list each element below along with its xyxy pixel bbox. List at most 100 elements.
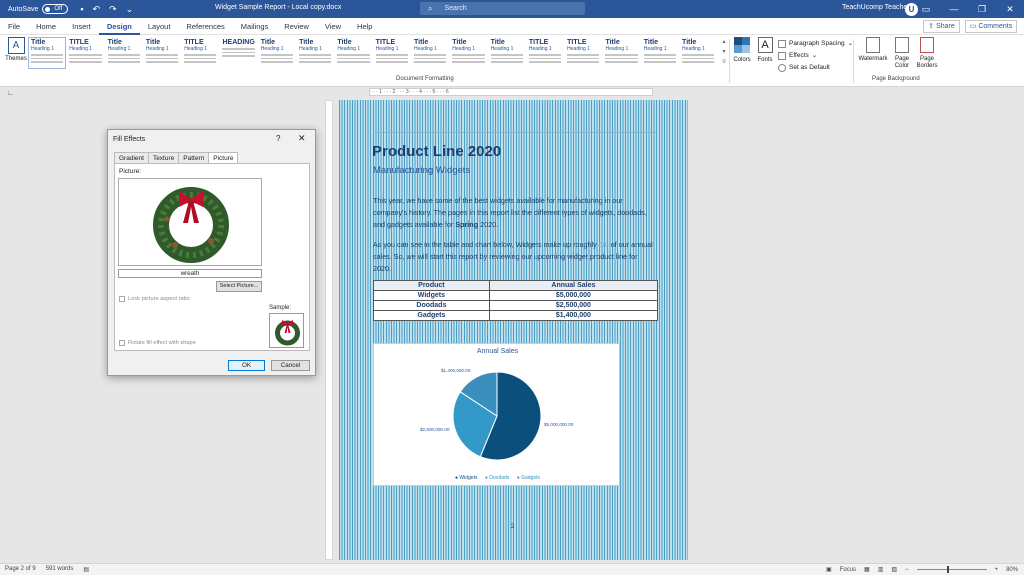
- focus-icon[interactable]: ▣: [826, 566, 832, 573]
- page-borders-button[interactable]: Page Borders: [916, 37, 938, 70]
- style-thumb-line: [413, 57, 447, 59]
- tab-home[interactable]: Home: [28, 18, 64, 35]
- rotate-fill-checkbox[interactable]: [119, 340, 125, 346]
- paragraph-spacing-button[interactable]: Paragraph Spacing ⌄: [778, 38, 853, 50]
- zoom-level[interactable]: 80%: [1006, 567, 1018, 573]
- minimize-icon[interactable]: —: [940, 0, 968, 18]
- share-button[interactable]: ⇪ Share: [923, 20, 960, 33]
- close-icon[interactable]: ✕: [298, 133, 306, 144]
- paragraph-1[interactable]: This year, we have some of the best widg…: [373, 195, 656, 231]
- colors-button[interactable]: Colors: [732, 37, 752, 63]
- autosave-control[interactable]: AutoSave Off: [8, 4, 69, 14]
- style-set-thumb[interactable]: Title Heading 1: [334, 37, 372, 69]
- tab-layout[interactable]: Layout: [140, 18, 179, 35]
- read-mode-icon[interactable]: ▦: [864, 566, 870, 573]
- style-set-thumb[interactable]: Title Heading 1: [143, 37, 181, 69]
- style-thumb-line: [260, 57, 294, 59]
- tab-references[interactable]: References: [178, 18, 232, 35]
- gallery-scroll[interactable]: ▴ ▾ ≡: [720, 37, 728, 69]
- style-thumb-title: Title: [413, 39, 429, 46]
- cancel-button[interactable]: Cancel: [271, 360, 310, 371]
- style-set-thumb[interactable]: Title Heading 1: [296, 37, 334, 69]
- vertical-ruler[interactable]: [325, 100, 333, 560]
- tab-picture[interactable]: Picture: [208, 152, 239, 163]
- more-icon[interactable]: ≡: [720, 57, 728, 67]
- style-set-thumb[interactable]: Title Heading 1: [602, 37, 640, 69]
- sales-table[interactable]: Product Annual Sales Widgets $5,000,000 …: [373, 280, 659, 321]
- tab-selector-icon[interactable]: ∟: [7, 90, 14, 97]
- tab-texture[interactable]: Texture: [147, 152, 180, 163]
- style-set-thumb[interactable]: TITLE Heading 1: [526, 37, 564, 69]
- themes-button[interactable]: A Themes: [4, 37, 28, 62]
- user-name[interactable]: TeachUcomp Teacher: [842, 4, 910, 11]
- word-count[interactable]: 591 words: [46, 566, 74, 573]
- tab-mailings[interactable]: Mailings: [233, 18, 277, 35]
- tab-review[interactable]: Review: [276, 18, 317, 35]
- tab-file[interactable]: File: [0, 18, 28, 35]
- select-picture-button[interactable]: Select Picture...: [216, 281, 262, 292]
- tab-gradient[interactable]: Gradient: [114, 152, 149, 163]
- style-set-thumb[interactable]: Title Heading 1: [105, 37, 143, 69]
- effects-button[interactable]: Effects ⌄: [778, 50, 853, 62]
- rotate-fill-row[interactable]: Rotate fill effect with shape: [119, 340, 196, 346]
- ok-button[interactable]: OK: [228, 360, 265, 371]
- watermark-button[interactable]: Watermark: [858, 37, 888, 63]
- set-as-default-button[interactable]: Set as Default: [778, 62, 853, 74]
- style-set-thumb[interactable]: TITLE Heading 1: [66, 37, 104, 69]
- style-set-thumb[interactable]: Title Heading 1: [488, 37, 526, 69]
- document-heading[interactable]: Product Line 2020: [372, 143, 501, 160]
- document-page[interactable]: Product Line 2020 Manufacturing Widgets …: [339, 100, 688, 560]
- style-thumb-title: Title: [260, 39, 276, 46]
- chevron-up-icon[interactable]: ▴: [720, 37, 728, 47]
- help-icon[interactable]: ?: [276, 134, 280, 143]
- style-set-thumb[interactable]: HEADING 1: [219, 37, 257, 69]
- focus-label[interactable]: Focus: [840, 567, 856, 573]
- page-color-button[interactable]: Page Color: [891, 37, 913, 70]
- style-set-thumb[interactable]: TITLE Heading 1: [181, 37, 219, 69]
- style-set-thumb[interactable]: Title Heading 1: [411, 37, 449, 69]
- style-thumb-title: Title: [145, 39, 161, 46]
- search-icon: ⌕: [428, 3, 433, 13]
- style-set-thumb[interactable]: Title Heading 1: [449, 37, 487, 69]
- maximize-icon[interactable]: ❐: [968, 0, 996, 18]
- tab-pattern[interactable]: Pattern: [178, 152, 210, 163]
- paragraph-2[interactable]: As you can see in the table and chart be…: [373, 239, 656, 275]
- document-subheading[interactable]: Manufacturing Widgets: [373, 165, 470, 176]
- lock-aspect-checkbox[interactable]: [119, 296, 125, 302]
- comments-button[interactable]: ▭ Comments: [965, 20, 1017, 33]
- page-info[interactable]: Page 2 of 9: [5, 566, 36, 573]
- fonts-button[interactable]: A Fonts: [756, 37, 774, 63]
- lock-aspect-row[interactable]: Lock picture aspect ratio: [119, 296, 190, 302]
- redo-icon[interactable]: ↷: [109, 4, 117, 15]
- style-thumb-heading: Heading 1: [184, 46, 207, 52]
- tab-view[interactable]: View: [317, 18, 349, 35]
- undo-icon[interactable]: ↶: [93, 4, 101, 15]
- tab-help[interactable]: Help: [349, 18, 380, 35]
- tab-insert[interactable]: Insert: [64, 18, 99, 35]
- tab-design[interactable]: Design: [98, 18, 140, 35]
- chevron-down-icon[interactable]: ▾: [720, 47, 728, 57]
- style-thumb-heading: Heading 1: [567, 46, 590, 52]
- search-placeholder: Search: [444, 5, 467, 12]
- style-set-thumb[interactable]: TITLE Heading 1: [373, 37, 411, 69]
- style-set-thumb[interactable]: Title Heading 1: [679, 37, 717, 69]
- zoom-slider[interactable]: [916, 566, 987, 573]
- style-set-thumb[interactable]: Title Heading 1: [641, 37, 679, 69]
- web-layout-icon[interactable]: ▧: [891, 566, 897, 573]
- style-set-thumb[interactable]: Title Heading 1: [28, 37, 67, 69]
- zoom-in-icon[interactable]: +: [995, 567, 999, 573]
- style-set-thumb[interactable]: Title Heading 1: [258, 37, 296, 69]
- style-thumb-line: [145, 61, 179, 63]
- print-layout-icon[interactable]: ▥: [878, 566, 884, 573]
- ribbon-display-icon[interactable]: ▭: [912, 0, 940, 18]
- save-icon[interactable]: ▪: [80, 4, 83, 15]
- style-set-thumb[interactable]: TITLE Heading 1: [564, 37, 602, 69]
- close-icon[interactable]: ✕: [996, 0, 1024, 18]
- pie-chart[interactable]: Annual Sales $1,400,000.00 $2,500,000.00…: [373, 343, 620, 486]
- zoom-out-icon[interactable]: −: [905, 567, 909, 573]
- horizontal-ruler[interactable]: · · · 1 · · · 2 · · · 3 · · · 4 · · · 5 …: [369, 88, 653, 96]
- proofing-icon[interactable]: ▤: [83, 566, 89, 573]
- search-input[interactable]: ⌕ Search: [420, 2, 585, 15]
- customize-qat-icon[interactable]: ⌄: [126, 4, 134, 15]
- autosave-toggle[interactable]: Off: [42, 4, 69, 14]
